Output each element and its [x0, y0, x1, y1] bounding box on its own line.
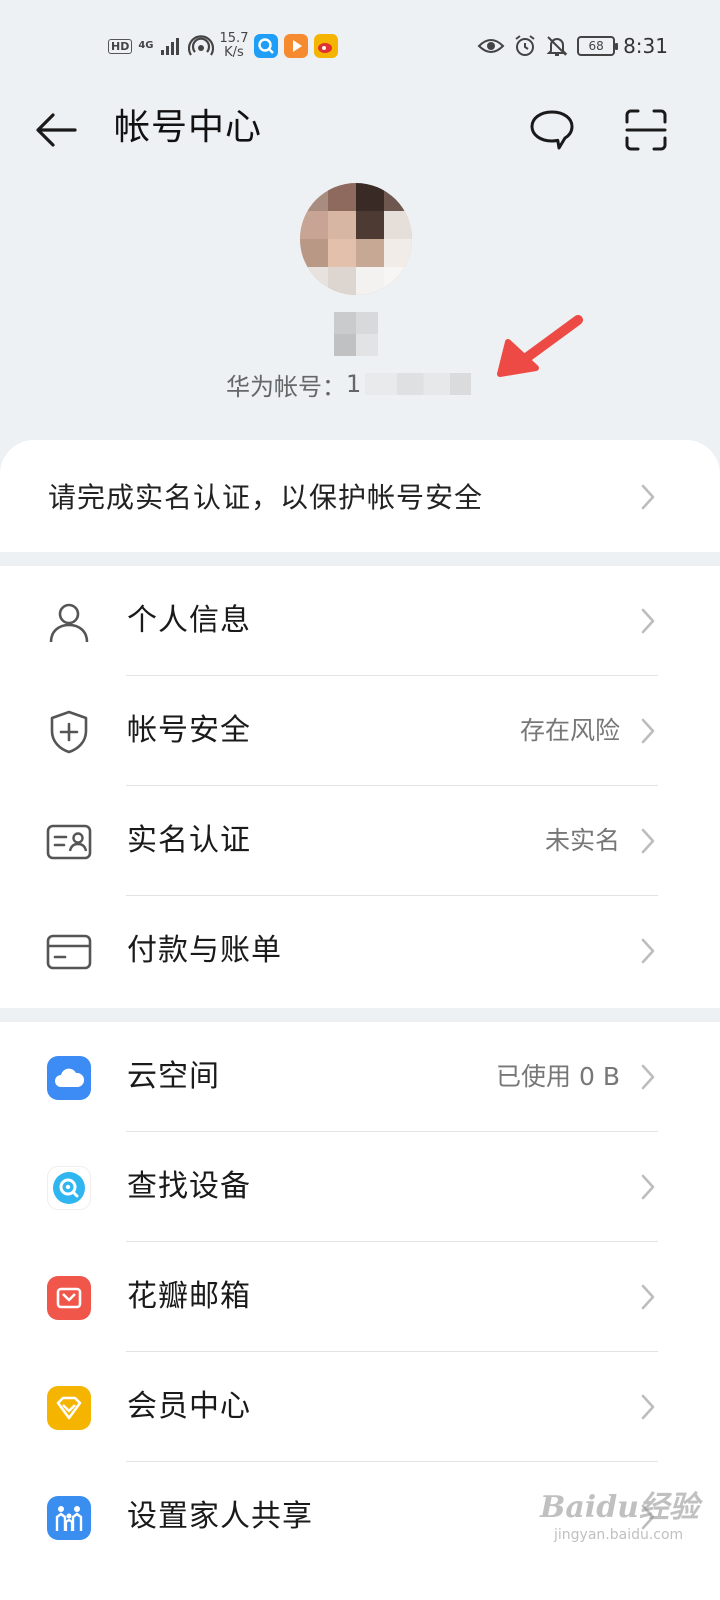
row-label: 花瓣邮箱 [127, 1279, 251, 1314]
back-arrow-icon [36, 113, 77, 147]
back-button[interactable] [30, 106, 82, 154]
notice-text: 请完成实名认证，以保护帐号安全 [48, 481, 484, 514]
video-app-icon [284, 34, 309, 58]
watermark-url: jingyan.baidu.com [554, 1527, 684, 1543]
row-value: 存在风险 [519, 716, 620, 745]
family-app-badge [47, 1496, 91, 1540]
cloud-icon [46, 1055, 92, 1101]
row-value: 未实名 [544, 826, 620, 855]
watermark-brand: Baidu经验 [540, 1490, 699, 1525]
chevron-right-icon [641, 484, 655, 510]
chevron-right-icon [641, 718, 655, 744]
chevron-right-icon [641, 938, 655, 964]
hotspot-icon [187, 35, 214, 56]
credit-card-icon [46, 929, 92, 975]
messages-button[interactable] [526, 104, 578, 156]
account-prefix: 1 [346, 370, 362, 398]
account-section: 个人信息 帐号安全 存在风险 实名认证 未实名 付款与账单 [0, 566, 720, 1008]
find-device-app-badge [47, 1166, 91, 1210]
realname-notice[interactable]: 请完成实名认证，以保护帐号安全 [0, 440, 720, 552]
speed-value: 15.7 [219, 31, 249, 46]
status-left: HD 4G 15.7 K/s [108, 30, 339, 62]
avatar[interactable] [300, 183, 412, 295]
row-value: 已使用 0 B [496, 1062, 620, 1091]
eye-icon [477, 39, 505, 53]
account-label: 华为帐号： [226, 372, 346, 401]
scan-icon [625, 109, 667, 151]
clock: 8:31 [623, 34, 668, 58]
chevron-right-icon [641, 1394, 655, 1420]
status-right: 68 8:31 [477, 30, 668, 62]
person-icon [46, 599, 92, 645]
chevron-right-icon [641, 1064, 655, 1090]
row-payment-billing[interactable]: 付款与账单 [0, 896, 720, 1006]
network-type: 4G [138, 40, 154, 51]
network-speed: 15.7 K/s [220, 32, 249, 60]
mail-app-badge [47, 1276, 91, 1320]
row-label: 个人信息 [127, 603, 251, 638]
speed-unit: K/s [224, 45, 244, 60]
row-label: 云空间 [127, 1059, 220, 1094]
row-cloud-space[interactable]: 云空间 已使用 0 B [0, 1022, 720, 1132]
row-personal-info[interactable]: 个人信息 [0, 566, 720, 676]
row-label: 帐号安全 [127, 713, 251, 748]
status-bar: HD 4G 15.7 K/s 68 8:31 [0, 0, 720, 90]
title-bar: 帐号中心 [0, 90, 720, 170]
cloud-app-badge [47, 1056, 91, 1100]
id-card-icon [46, 819, 92, 865]
row-label: 付款与账单 [127, 933, 282, 968]
member-app-badge [47, 1386, 91, 1430]
signal-icon [160, 38, 179, 55]
row-find-device[interactable]: 查找设备 [0, 1132, 720, 1242]
annotation-arrow-icon [497, 315, 583, 377]
battery-icon: 68 [577, 36, 619, 56]
chevron-right-icon [641, 828, 655, 854]
account-id: 华为帐号： 1 [226, 366, 472, 402]
row-label: 查找设备 [127, 1169, 251, 1204]
mail-icon [46, 1275, 92, 1321]
row-petal-mail[interactable]: 花瓣邮箱 [0, 1242, 720, 1352]
row-realname-auth[interactable]: 实名认证 未实名 [0, 786, 720, 896]
search-app-icon [254, 34, 279, 58]
hd-badge: HD [108, 38, 133, 54]
bell-off-icon [546, 36, 568, 56]
scan-button[interactable] [620, 104, 672, 156]
row-label: 设置家人共享 [127, 1499, 313, 1534]
diamond-icon [46, 1385, 92, 1431]
chevron-right-icon [641, 1284, 655, 1310]
message-icon [530, 110, 574, 150]
shield-plus-icon [46, 709, 92, 755]
baidu-watermark: Baidu经验 jingyan.baidu.com [540, 1490, 700, 1570]
find-device-icon [46, 1165, 92, 1211]
chevron-right-icon [641, 1174, 655, 1200]
alarm-icon [515, 35, 535, 56]
account-number-redacted [365, 373, 472, 395]
row-member-center[interactable]: 会员中心 [0, 1352, 720, 1462]
chevron-right-icon [641, 608, 655, 634]
page-title: 帐号中心 [114, 107, 263, 148]
username-redacted [334, 312, 378, 356]
weibo-icon [314, 34, 339, 58]
family-icon [46, 1495, 92, 1541]
row-label: 会员中心 [127, 1389, 251, 1424]
notice-card: 请完成实名认证，以保护帐号安全 [0, 440, 720, 552]
row-label: 实名认证 [127, 823, 251, 858]
row-account-security[interactable]: 帐号安全 存在风险 [0, 676, 720, 786]
